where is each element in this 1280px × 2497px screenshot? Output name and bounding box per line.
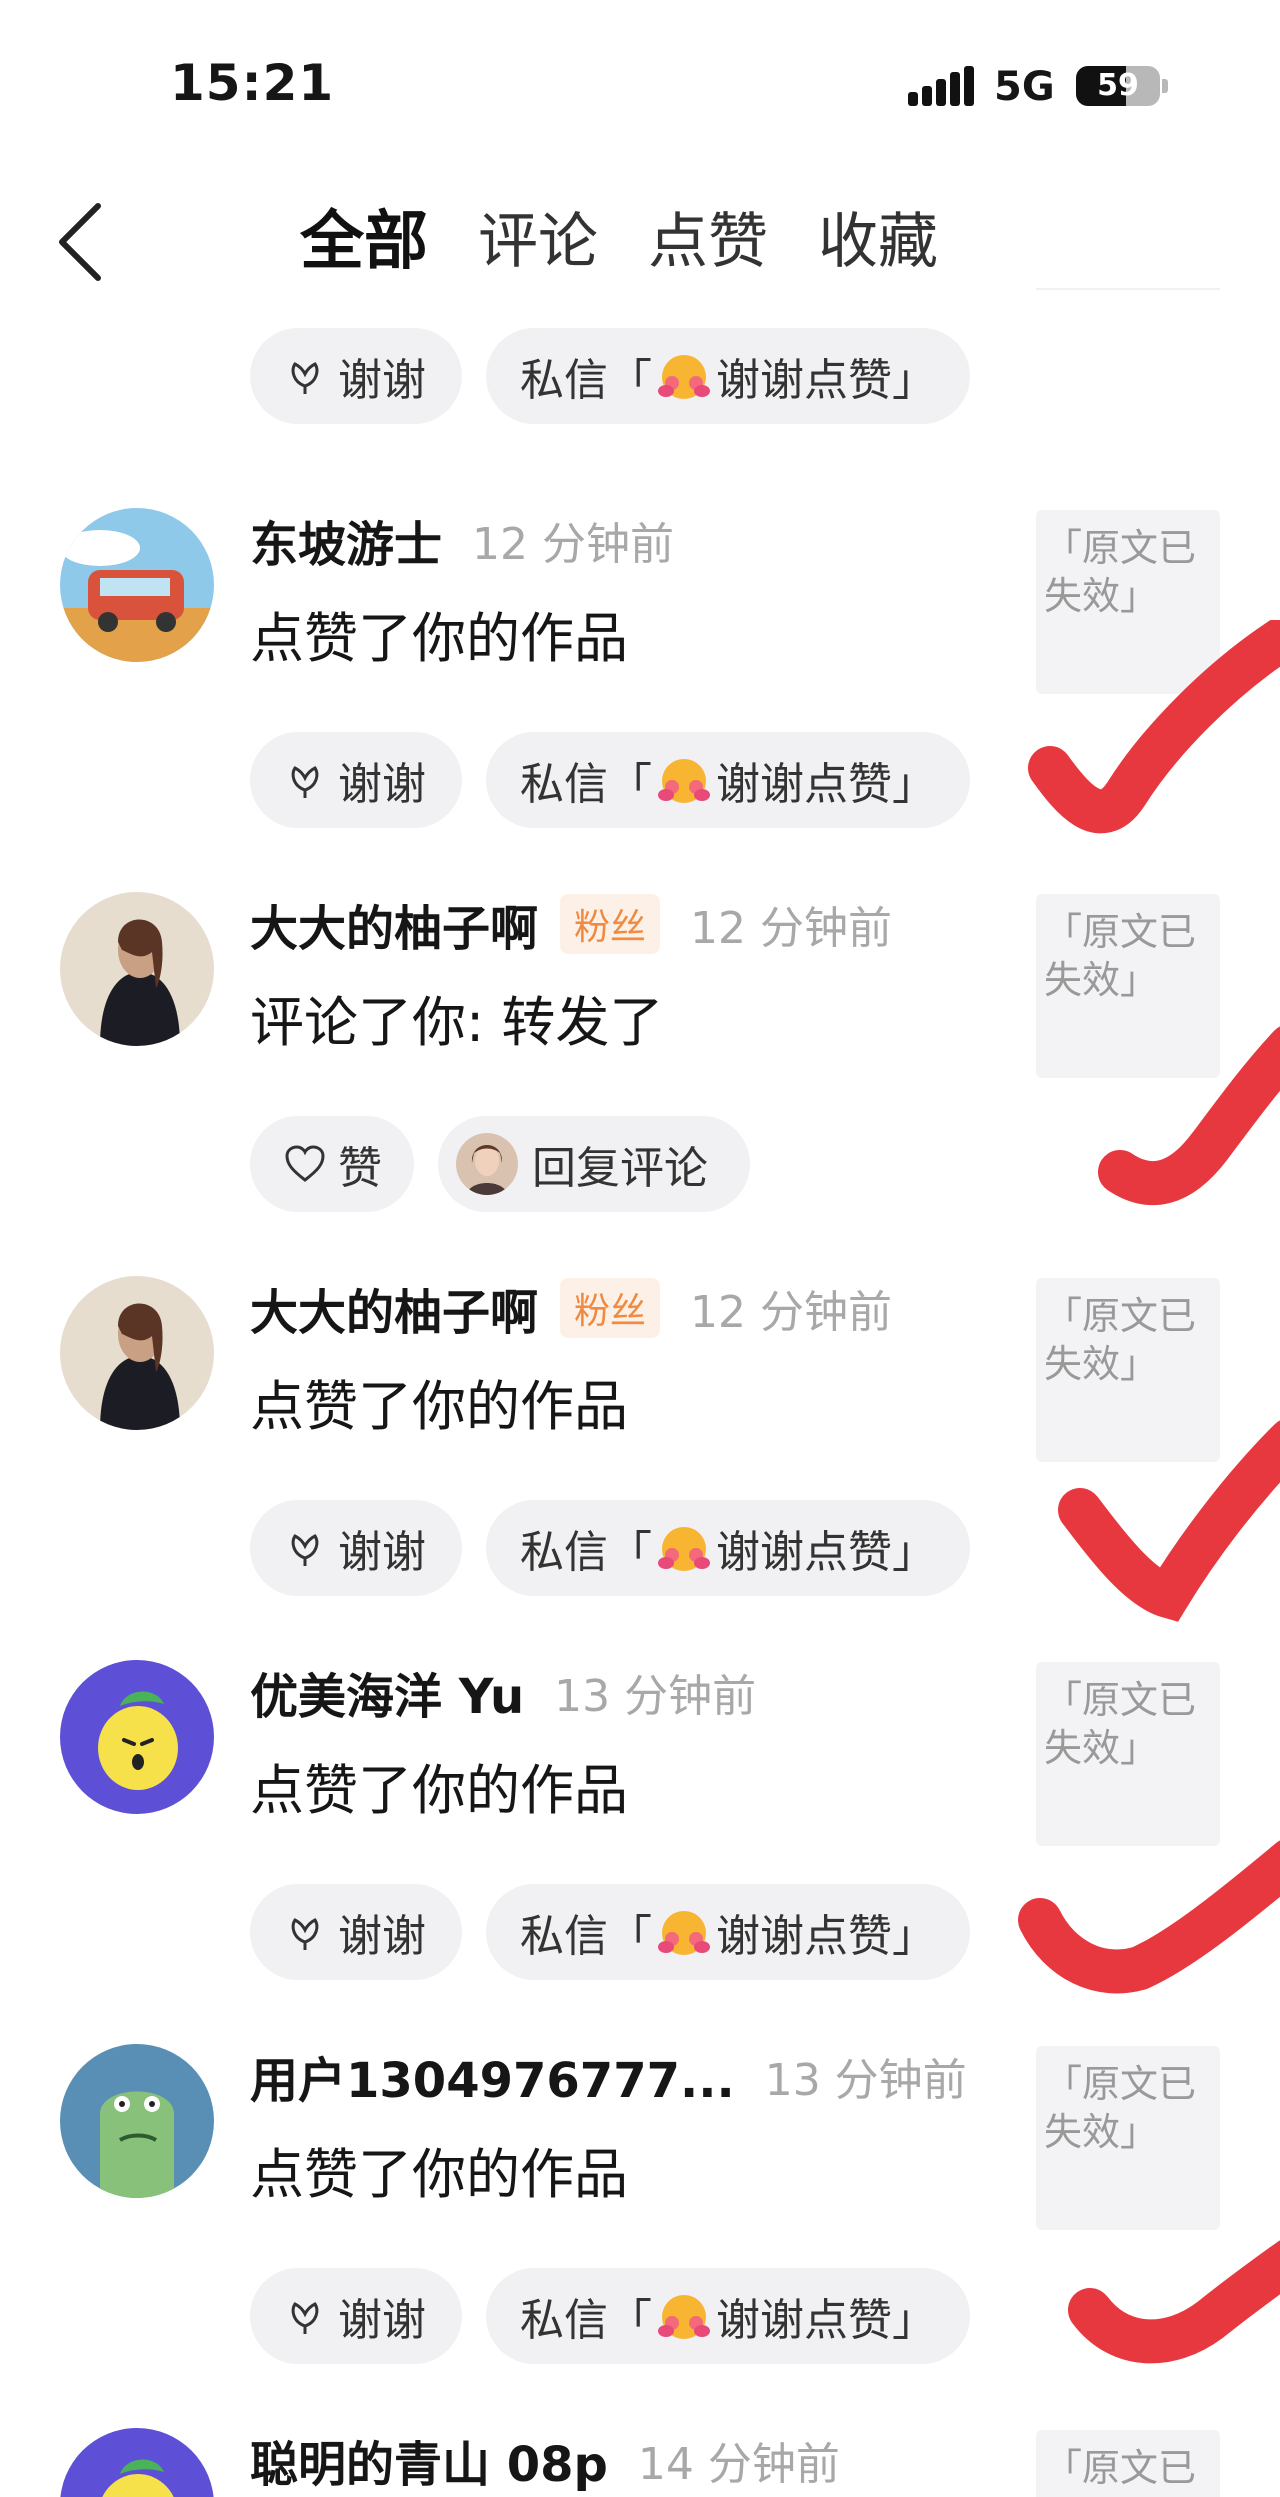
username[interactable]: 大大的柚子啊: [250, 1273, 538, 1343]
notification-row[interactable]: 聪明的青山 08p 14 分钟前 「原文已: [0, 2428, 1280, 2497]
flower-icon: [284, 2295, 326, 2337]
dm-thanks-button[interactable]: 私信「 谢谢点赞」: [486, 1500, 970, 1596]
dm-thanks-button[interactable]: 私信「 谢谢点赞」: [486, 732, 970, 828]
action-text: 点赞了你的作品: [250, 1759, 628, 1822]
flower-icon: [284, 759, 326, 801]
post-thumbnail[interactable]: 「原文已失效」: [1036, 1662, 1220, 1846]
username[interactable]: 聪明的青山 08p: [250, 2428, 608, 2495]
name-line: 大大的柚子啊 粉丝 12 分钟前: [250, 889, 893, 959]
dm-suffix: 谢谢点赞」: [716, 759, 936, 810]
post-thumbnail[interactable]: 「原文已失效」: [1036, 510, 1220, 694]
signal-icon: [908, 66, 976, 106]
timestamp: 12 分钟前: [690, 1287, 893, 1338]
notification-row[interactable]: 用户1304976777... 13 分钟前 点赞了你的作品 谢谢 私信「 谢谢…: [0, 2044, 1280, 2428]
dm-prefix: 私信「: [520, 1911, 652, 1962]
battery-level: 59: [1097, 68, 1139, 103]
action-text: 点赞了你的作品: [250, 1375, 628, 1438]
name-line: 优美海洋 Yu 13 分钟前: [250, 1657, 757, 1727]
name-line: 大大的柚子啊 粉丝 12 分钟前: [250, 1273, 893, 1343]
name-line: 东坡游士 12 分钟前: [250, 505, 674, 575]
blush-emoji-icon: [656, 1907, 712, 1957]
status-time: 15:21: [170, 54, 335, 112]
dm-suffix: 谢谢点赞」: [716, 1911, 936, 1962]
action-text: 点赞了你的作品: [250, 2143, 628, 2206]
blush-emoji-icon: [656, 1523, 712, 1573]
dm-suffix: 谢谢点赞」: [716, 355, 936, 406]
username[interactable]: 用户1304976777...: [250, 2041, 735, 2111]
post-thumbnail[interactable]: 「原文已失效」: [1036, 2046, 1220, 2230]
thanks-button[interactable]: 谢谢: [250, 1884, 462, 1980]
dm-prefix: 私信「: [520, 355, 652, 406]
flower-icon: [284, 1911, 326, 1953]
username[interactable]: 优美海洋 Yu: [250, 1657, 524, 1727]
dm-suffix: 谢谢点赞」: [716, 2295, 936, 2346]
action-text: 点赞了你的作品: [250, 607, 628, 670]
fan-badge: 粉丝: [560, 1278, 661, 1338]
thanks-label: 谢谢: [338, 355, 426, 406]
reply-comment-button[interactable]: 回复评论: [438, 1116, 750, 1212]
flower-icon: [284, 355, 326, 397]
notification-row[interactable]: 优美海洋 Yu 13 分钟前 点赞了你的作品 谢谢 私信「 谢谢点赞」 「原文已…: [0, 1660, 1280, 2044]
post-thumbnail[interactable]: 「原文已失效」: [1036, 894, 1220, 1078]
notification-row[interactable]: 大大的柚子啊 粉丝 12 分钟前 评论了你: 转发了 赞 回复评论 「原文已失效…: [0, 892, 1280, 1276]
thanks-label: 谢谢: [338, 1911, 426, 1962]
timestamp: 13 分钟前: [764, 2055, 967, 2106]
avatar[interactable]: [60, 2428, 214, 2497]
timestamp: 13 分钟前: [554, 1671, 757, 1722]
timestamp: 12 分钟前: [472, 519, 674, 570]
dm-suffix: 谢谢点赞」: [716, 1527, 936, 1578]
like-button[interactable]: 赞: [250, 1116, 414, 1212]
dm-thanks-button[interactable]: 私信「 谢谢点赞」: [486, 328, 970, 424]
thanks-button[interactable]: 谢谢: [250, 2268, 462, 2364]
thanks-label: 谢谢: [338, 1527, 426, 1578]
reply-label: 回复评论: [532, 1143, 708, 1194]
blush-emoji-icon: [656, 351, 712, 401]
dm-prefix: 私信「: [520, 2295, 652, 2346]
dm-thanks-button[interactable]: 私信「 谢谢点赞」: [486, 2268, 970, 2364]
notification-row[interactable]: 大大的柚子啊 粉丝 12 分钟前 点赞了你的作品 谢谢 私信「 谢谢点赞」 「原…: [0, 1276, 1280, 1660]
avatar[interactable]: [60, 2044, 214, 2198]
name-line: 用户1304976777... 13 分钟前: [250, 2041, 967, 2111]
thanks-label: 谢谢: [338, 759, 426, 810]
timestamp: 12 分钟前: [690, 903, 893, 954]
battery-icon: 59: [1076, 66, 1168, 106]
network-type: 5G: [994, 64, 1055, 110]
blush-emoji-icon: [656, 2291, 712, 2341]
blush-emoji-icon: [656, 755, 712, 805]
thanks-button[interactable]: 谢谢: [250, 1500, 462, 1596]
timestamp: 14 分钟前: [637, 2439, 840, 2490]
fan-badge: 粉丝: [560, 894, 661, 954]
heart-icon: [284, 1143, 326, 1185]
post-thumbnail[interactable]: 「原文已: [1036, 2430, 1220, 2497]
post-thumbnail[interactable]: 「原文已失效」: [1036, 1278, 1220, 1462]
notification-row[interactable]: 东坡游士 12 分钟前 点赞了你的作品 谢谢 私信「 谢谢点赞」 「原文已失效」: [0, 508, 1280, 892]
avatar[interactable]: [60, 892, 214, 1046]
notification-row-partial: 谢谢 私信「 谢谢点赞」: [0, 108, 1280, 428]
avatar: [456, 1133, 518, 1195]
username[interactable]: 东坡游士: [250, 505, 442, 575]
action-text: 评论了你: 转发了: [250, 991, 664, 1054]
dm-prefix: 私信「: [520, 759, 652, 810]
username[interactable]: 大大的柚子啊: [250, 889, 538, 959]
dm-prefix: 私信「: [520, 1527, 652, 1578]
avatar[interactable]: [60, 1276, 214, 1430]
flower-icon: [284, 1527, 326, 1569]
dm-thanks-button[interactable]: 私信「 谢谢点赞」: [486, 1884, 970, 1980]
name-line: 聪明的青山 08p 14 分钟前: [250, 2428, 840, 2495]
avatar[interactable]: [60, 1660, 214, 1814]
thanks-button[interactable]: 谢谢: [250, 732, 462, 828]
like-label: 赞: [338, 1143, 382, 1194]
avatar[interactable]: [60, 508, 214, 662]
thanks-label: 谢谢: [338, 2295, 426, 2346]
thanks-button[interactable]: 谢谢: [250, 328, 462, 424]
